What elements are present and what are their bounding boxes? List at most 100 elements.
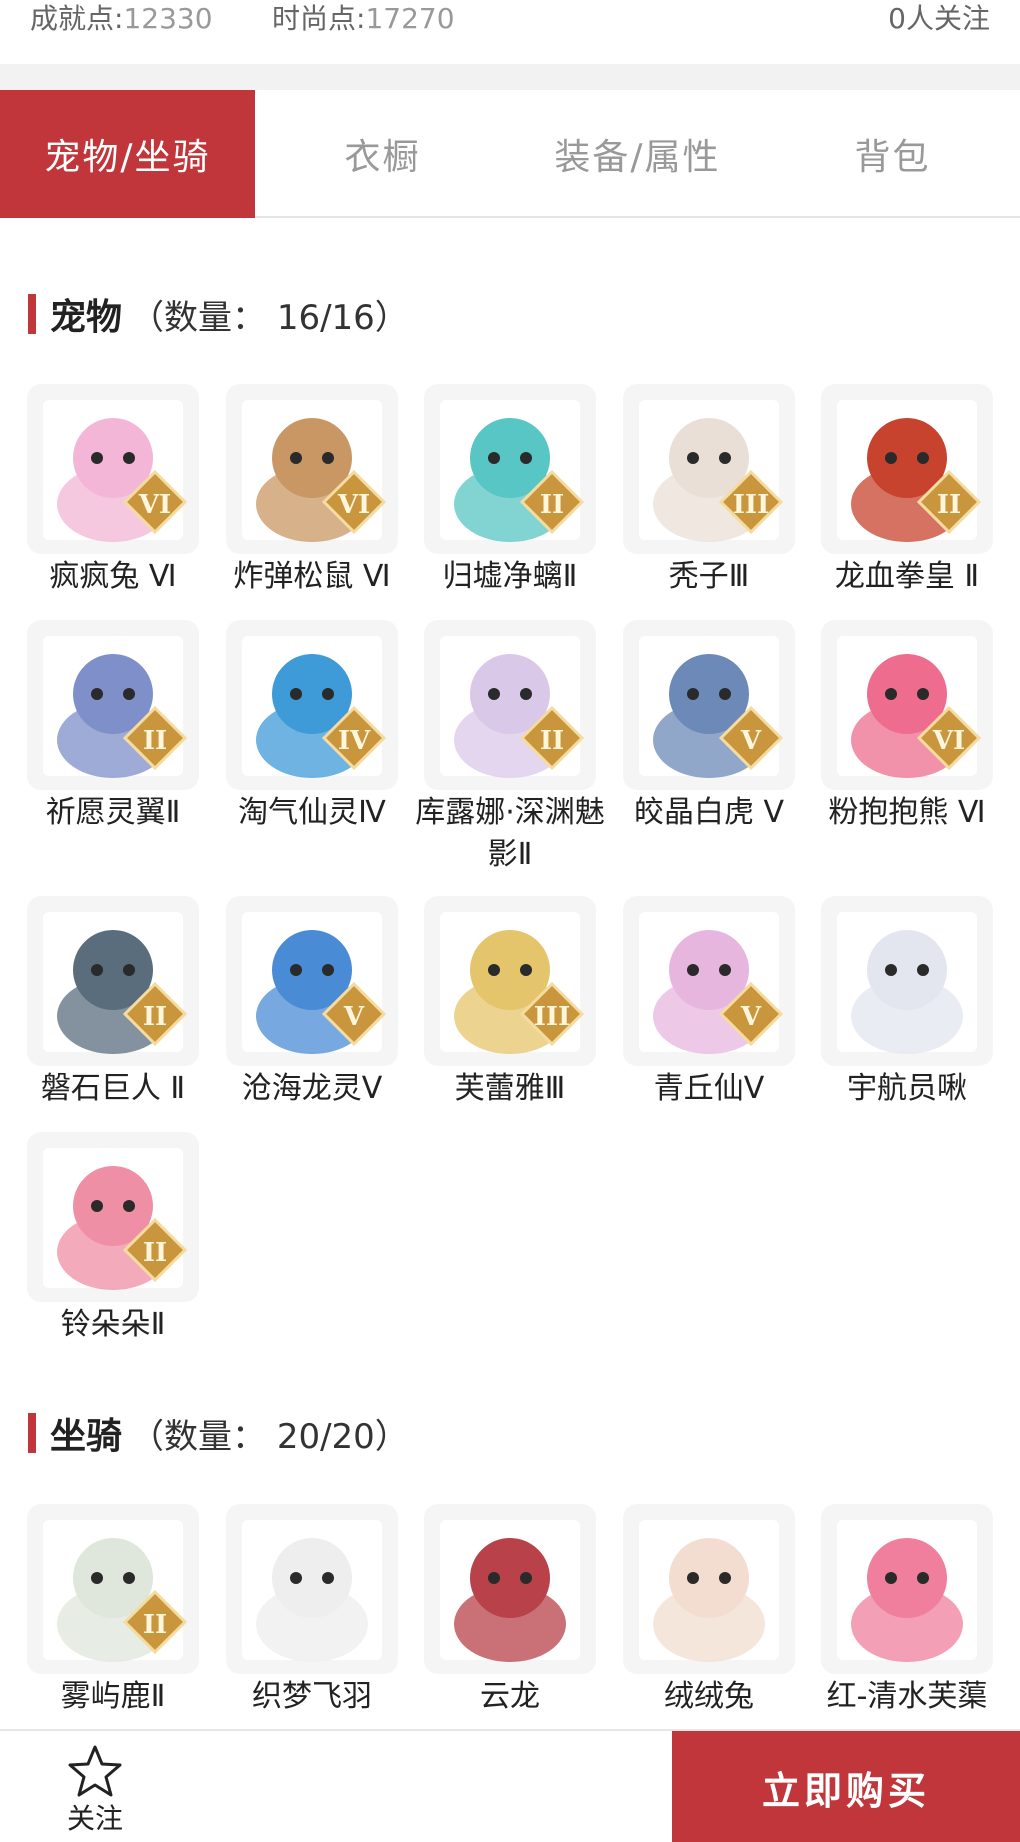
- item-name: 芙蕾雅Ⅲ: [454, 1071, 566, 1106]
- svg-text:V: V: [740, 726, 762, 756]
- item-name: 龙血拳皇 Ⅱ: [834, 559, 980, 594]
- svg-text:II: II: [540, 726, 564, 756]
- svg-text:V: V: [740, 1002, 762, 1032]
- item-card[interactable]: V 皎晶白虎 Ⅴ: [623, 620, 795, 834]
- rabbit-pet-icon: VI: [43, 400, 188, 542]
- item-thumbnail: II: [27, 620, 199, 790]
- item-name: 红-清水芙蕖: [826, 1679, 988, 1714]
- item-thumbnail: [226, 1504, 398, 1674]
- item-name: 织梦飞羽: [252, 1679, 372, 1714]
- item-thumbnail: II: [27, 1132, 199, 1302]
- item-card[interactable]: IV 淘气仙灵Ⅳ: [226, 620, 398, 834]
- fashion-points: 时尚点:17270: [272, 0, 455, 38]
- item-thumbnail: II: [27, 896, 199, 1066]
- item-card[interactable]: V 青丘仙Ⅴ: [623, 896, 795, 1110]
- fox-fairy-pet-icon: V: [639, 912, 784, 1054]
- sea-dragon-pet-icon: V: [242, 912, 387, 1054]
- achievement-value: 12330: [123, 2, 213, 35]
- item-name: 沧海龙灵Ⅴ: [241, 1071, 383, 1106]
- item-thumbnail: [424, 1504, 596, 1674]
- buy-now-button[interactable]: 立即购买: [672, 1731, 1020, 1842]
- svg-text:III: III: [534, 1002, 571, 1032]
- item-card[interactable]: III 秃子Ⅲ: [623, 384, 795, 598]
- item-card[interactable]: 绒绒兔: [623, 1504, 795, 1718]
- svg-text:II: II: [143, 1610, 167, 1640]
- item-name: 宇航员啾: [847, 1071, 967, 1106]
- item-card[interactable]: VI 疯疯兔 Ⅵ: [27, 384, 199, 598]
- svg-text:II: II: [143, 1002, 167, 1032]
- item-name: 云龙: [480, 1679, 540, 1714]
- golem-pet-icon: II: [43, 912, 188, 1054]
- item-name: 归墟净螭Ⅱ: [442, 559, 578, 594]
- item-thumbnail: IV: [226, 620, 398, 790]
- item-thumbnail: VI: [226, 384, 398, 554]
- svg-text:IV: IV: [338, 726, 371, 756]
- squirrel-pet-icon: VI: [242, 400, 387, 542]
- follow-button[interactable]: 关注: [50, 1743, 140, 1842]
- svg-text:VI: VI: [337, 490, 370, 520]
- item-card[interactable]: 织梦飞羽: [226, 1504, 398, 1718]
- bald-pet-icon: III: [639, 400, 784, 542]
- griffin-pet-icon: II: [43, 636, 188, 778]
- item-name: 淘气仙灵Ⅳ: [238, 795, 386, 830]
- item-card[interactable]: II 归墟净螭Ⅱ: [424, 384, 596, 598]
- mounts-count: （数量： 20/20）: [130, 1416, 409, 1457]
- mounts-section-title: 坐骑 （数量： 20/20）: [28, 1409, 409, 1457]
- tab-equipment-attributes[interactable]: 装备/属性: [510, 90, 765, 218]
- fashion-label: 时尚点:: [272, 2, 366, 35]
- pets-count: （数量： 16/16）: [130, 297, 409, 338]
- item-name: 祈愿灵翼Ⅱ: [45, 795, 181, 830]
- item-card[interactable]: II 龙血拳皇 Ⅱ: [821, 384, 993, 598]
- item-card[interactable]: III 芙蕾雅Ⅲ: [424, 896, 596, 1110]
- item-card[interactable]: 宇航员啾: [821, 896, 993, 1110]
- item-thumbnail: [821, 896, 993, 1066]
- tab-pets-mounts[interactable]: 宠物/坐骑: [0, 90, 255, 218]
- item-thumbnail: VI: [27, 384, 199, 554]
- tab-wardrobe[interactable]: 衣橱: [255, 90, 510, 218]
- tab-backpack[interactable]: 背包: [765, 90, 1020, 218]
- svg-text:V: V: [343, 1002, 365, 1032]
- star-icon: [68, 1745, 122, 1797]
- puppy-pet-icon: IV: [242, 636, 387, 778]
- follow-label: 关注: [66, 1802, 123, 1835]
- item-card[interactable]: II 雾屿鹿Ⅱ: [27, 1504, 199, 1718]
- girl-pet-icon: II: [440, 636, 585, 778]
- item-name: 青丘仙Ⅴ: [653, 1071, 765, 1106]
- svg-text:II: II: [540, 490, 564, 520]
- item-thumbnail: II: [424, 384, 596, 554]
- item-thumbnail: III: [623, 384, 795, 554]
- item-card[interactable]: II 磐石巨人 Ⅱ: [27, 896, 199, 1110]
- section-accent-bar: [28, 1413, 36, 1453]
- item-card[interactable]: II 库露娜·深渊魅影Ⅱ: [415, 620, 605, 876]
- svg-text:VI: VI: [932, 726, 965, 756]
- dragon-pet-icon: II: [440, 400, 585, 542]
- achievement-label: 成就点:: [30, 2, 124, 35]
- follower-count: 0人关注: [888, 2, 990, 35]
- item-card[interactable]: II 铃朵朵Ⅱ: [27, 1132, 199, 1346]
- pets-section-title: 宠物 （数量： 16/16）: [28, 290, 409, 338]
- item-thumbnail: II: [27, 1504, 199, 1674]
- item-card[interactable]: 红-清水芙蕖: [821, 1504, 993, 1718]
- item-card[interactable]: V 沧海龙灵Ⅴ: [226, 896, 398, 1110]
- lotus-mount-icon: [837, 1520, 977, 1662]
- item-card[interactable]: VI 炸弹松鼠 Ⅵ: [226, 384, 398, 598]
- item-name: 疯疯兔 Ⅵ: [49, 559, 177, 594]
- item-thumbnail: V: [623, 620, 795, 790]
- item-thumbnail: II: [821, 384, 993, 554]
- item-name: 雾屿鹿Ⅱ: [60, 1679, 166, 1714]
- fashion-value: 17270: [365, 2, 455, 35]
- freya-pet-icon: III: [440, 912, 585, 1054]
- svg-text:II: II: [143, 1238, 167, 1268]
- item-thumbnail: III: [424, 896, 596, 1066]
- item-thumbnail: [821, 1504, 993, 1674]
- item-card[interactable]: VI 粉抱抱熊 Ⅵ: [821, 620, 993, 834]
- item-name: 炸弹松鼠 Ⅵ: [233, 559, 391, 594]
- item-card[interactable]: 云龙: [424, 1504, 596, 1718]
- tiger-pet-icon: V: [639, 636, 784, 778]
- item-name: 库露娜·深渊魅影Ⅱ: [415, 795, 605, 872]
- item-thumbnail: II: [424, 620, 596, 790]
- item-name: 秃子Ⅲ: [668, 559, 750, 594]
- item-card[interactable]: II 祈愿灵翼Ⅱ: [27, 620, 199, 834]
- svg-text:VI: VI: [138, 490, 171, 520]
- svg-text:III: III: [733, 490, 770, 520]
